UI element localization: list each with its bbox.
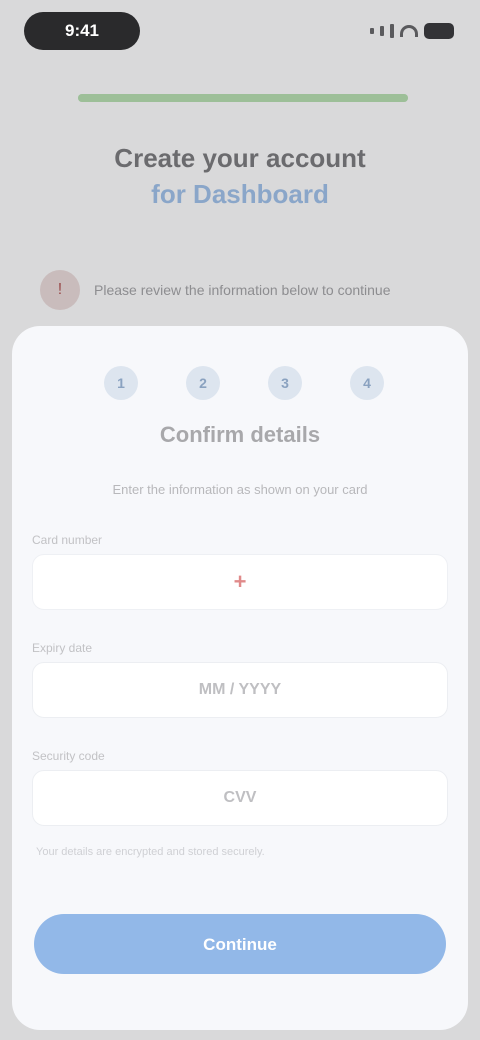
progress-bar [78,94,408,102]
signal-icon [390,24,394,38]
step-2: 2 [186,366,220,400]
signal-icon [370,28,374,34]
security-code-input[interactable]: CVV [32,770,448,826]
card-number-input[interactable]: + [32,554,448,610]
text-cursor-icon: + [233,569,247,594]
sheet-title: Confirm details [159,422,321,447]
expiry-label: Expiry date [32,641,93,655]
step-1: 1 [104,366,138,400]
status-time: 9:41 [24,12,140,50]
expiry-input[interactable]: MM / YYYY [32,662,448,718]
sheet-subtitle: Enter the information as shown on your c… [112,482,368,497]
wifi-icon [400,25,418,37]
alert-icon: ! [40,270,80,310]
notice-text: Please review the information below to c… [94,282,391,298]
expiry-field: Expiry date MM / YYYY [32,638,448,718]
helper-text: Your details are encrypted and stored se… [36,846,265,858]
progress-fill [78,94,408,102]
notice-banner: ! Please review the information below to… [40,270,440,310]
security-code-field: Security code CVV [32,746,448,826]
signal-icon [380,26,384,36]
security-code-label: Security code [32,749,105,763]
status-icons [370,20,454,42]
card-number-field: Card number + [32,530,448,610]
status-bar: 9:41 [0,0,480,64]
card-number-label: Card number [32,533,103,547]
page-title-accent: for Dashboard [151,179,329,209]
step-indicator: 1 2 3 4 [104,366,384,400]
background-page: Create your account for Dashboard ! Plea… [0,64,480,364]
bottom-sheet: 1 2 3 4 Confirm details Enter the inform… [12,326,468,1030]
page-title-line1: Create your account [114,143,366,173]
page-title: Create your account for Dashboard [60,140,420,212]
step-3: 3 [268,366,302,400]
battery-icon [424,23,454,39]
step-4: 4 [350,366,384,400]
continue-button[interactable]: Continue [34,914,446,974]
